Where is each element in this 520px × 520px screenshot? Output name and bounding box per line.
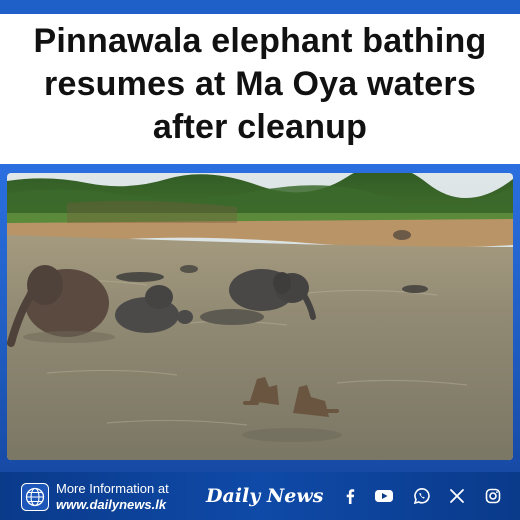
globe-icon xyxy=(21,483,49,511)
youtube-icon[interactable] xyxy=(374,487,394,505)
brand-logo: Daily News xyxy=(206,485,324,507)
whatsapp-icon[interactable] xyxy=(413,487,431,505)
headline: Pinnawala elephant bathing resumes at Ma… xyxy=(0,20,520,149)
top-accent-bar xyxy=(0,0,520,14)
more-information-label: More Information at xyxy=(56,481,169,496)
website-link[interactable]: www.dailynews.lk xyxy=(56,497,166,513)
headline-line-1: Pinnawala elephant bathing xyxy=(33,22,487,60)
rock xyxy=(116,272,164,282)
rock xyxy=(200,309,264,325)
x-icon[interactable] xyxy=(448,487,466,505)
river-scene-illustration xyxy=(7,173,513,460)
distant-elephant xyxy=(393,230,411,240)
river-water xyxy=(7,235,513,460)
facebook-icon[interactable] xyxy=(341,487,359,505)
headline-line-3: after cleanup xyxy=(152,108,368,146)
news-photo xyxy=(7,173,513,460)
rock xyxy=(402,285,428,293)
rock xyxy=(180,265,198,273)
headline-line-2: resumes at Ma Oya waters xyxy=(44,65,476,103)
instagram-icon[interactable] xyxy=(484,487,502,505)
